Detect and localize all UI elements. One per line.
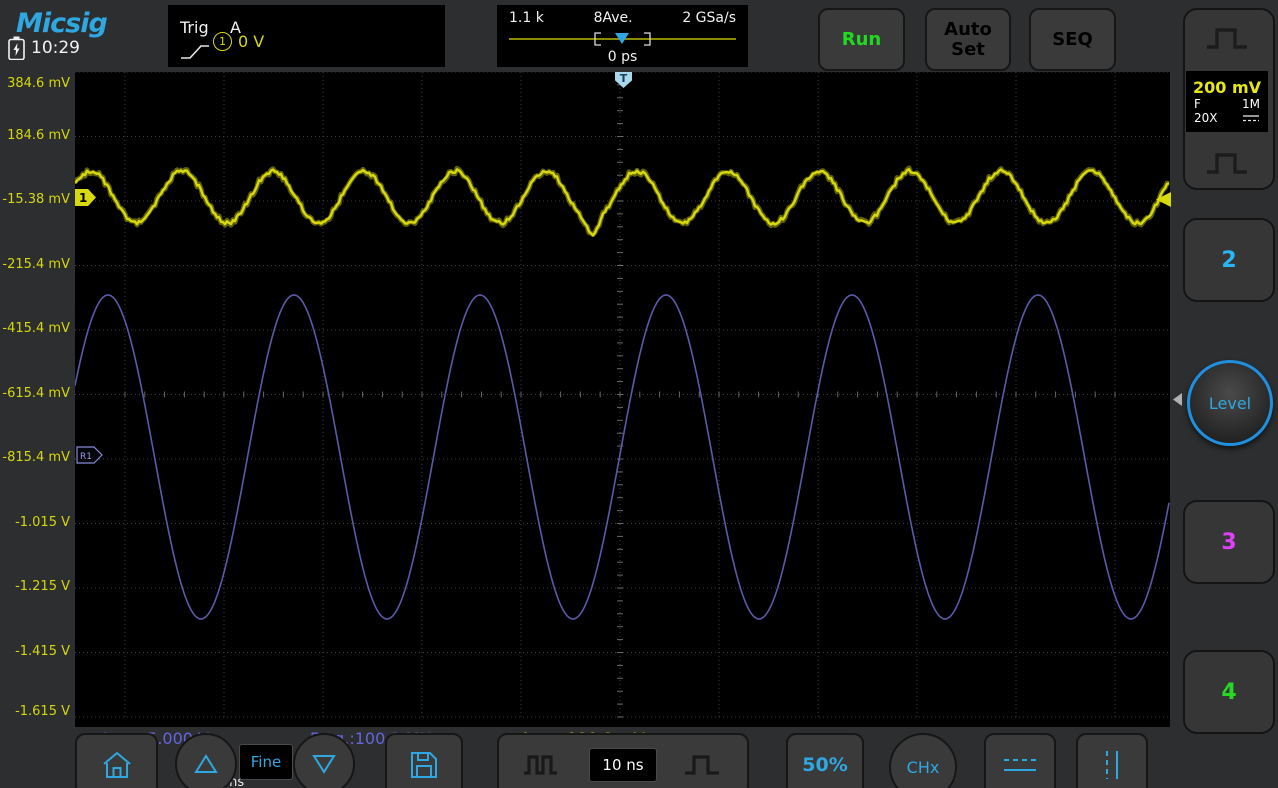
channel-select-button[interactable]: CHx (889, 733, 957, 788)
voltage-label: -1.215 V (0, 579, 70, 594)
trigger-label: Trig (180, 18, 209, 37)
level-knob[interactable]: Level (1187, 360, 1273, 446)
reference-r1-label: R1 (80, 452, 92, 462)
single-pulse-icon (681, 753, 723, 777)
reference-r1-marker[interactable]: R1 (76, 446, 103, 464)
channel1-info-box[interactable]: 200 mV F 1M 20X (1186, 71, 1268, 132)
fine-increase-button[interactable] (175, 733, 237, 788)
sample-rate: 2 GSa/s (682, 10, 736, 26)
timebase-zoom-out-button[interactable] (499, 753, 589, 777)
voltage-label: -215.4 mV (0, 257, 70, 272)
memory-depth: 1.1 k (509, 10, 544, 26)
trigger-position-slider[interactable] (497, 31, 748, 47)
pulse-up-icon[interactable] (1205, 25, 1249, 51)
voltage-label: -815.4 mV (0, 450, 70, 465)
waveform-display[interactable]: -50 ns-40 ns-30 ns-20 ns-10 ns0 ps10 ns2… (75, 72, 1170, 727)
save-icon (410, 751, 438, 779)
horizontal-cursor-icon (1002, 756, 1038, 774)
voltage-label: -1.015 V (0, 515, 70, 530)
channel2-button[interactable]: 2 (1183, 218, 1275, 302)
home-button[interactable] (75, 733, 158, 788)
clock: 10:29 (31, 38, 80, 58)
channel3-button[interactable]: 3 (1183, 500, 1275, 584)
timebase-zoom-in-button[interactable] (657, 753, 747, 777)
trigger-source-badge: 1 (213, 32, 232, 51)
channel4-button[interactable]: 4 (1183, 650, 1275, 734)
trigger-delay: 0 ps (497, 49, 748, 65)
voltage-label: -15.38 mV (0, 192, 70, 207)
autoset-button[interactable]: Auto Set (925, 8, 1011, 71)
triangle-down-icon (312, 754, 336, 774)
acquisition-panel[interactable]: 1.1 k 8Ave. 2 GSa/s 0 ps (497, 5, 748, 67)
graticule-and-waves (75, 72, 1170, 727)
average-mode: 8Ave. (594, 10, 633, 26)
fine-decrease-button[interactable] (293, 733, 355, 788)
level-knob-pointer (1173, 393, 1182, 406)
double-pulse-icon (523, 753, 565, 777)
channel1-coupling: F (1194, 97, 1201, 111)
battery-icon (8, 36, 25, 60)
vertical-cursor-icon (1102, 749, 1122, 781)
seq-button[interactable]: SEQ (1029, 8, 1116, 71)
voltage-label: 384.6 mV (0, 76, 70, 91)
horizontal-cursor-button[interactable] (984, 733, 1056, 788)
home-icon (101, 750, 133, 780)
channel1-probe: 20X (1194, 111, 1218, 125)
trigger-50-percent-button[interactable]: 50% (786, 733, 864, 788)
voltage-label: -615.4 mV (0, 386, 70, 401)
oscilloscope-ui: Micsig 10:29 Trig A 1 0 V 1.1 k 8Ave. 2 … (0, 0, 1278, 788)
voltage-label: -1.415 V (0, 644, 70, 659)
triangle-up-icon (194, 754, 218, 774)
brand-logo: Micsig (16, 8, 107, 39)
run-stop-button[interactable]: Run (818, 8, 905, 71)
channel1-scale: 200 mV (1191, 78, 1263, 97)
rising-edge-icon (180, 43, 210, 61)
trigger-panel[interactable]: Trig A 1 0 V (168, 5, 445, 67)
save-button[interactable] (385, 733, 463, 788)
status-line: 10:29 (8, 36, 80, 60)
voltage-label: -1.615 V (0, 704, 70, 719)
channel1-impedance: 1M (1242, 97, 1260, 111)
voltage-label: -415.4 mV (0, 321, 70, 336)
pulse-down-icon[interactable] (1205, 150, 1249, 176)
dc-coupling-icon (1242, 114, 1260, 122)
voltage-label: 184.6 mV (0, 128, 70, 143)
fine-mode-badge[interactable]: Fine (239, 744, 293, 780)
trigger-level-value: 0 V (238, 32, 264, 51)
vertical-cursor-button[interactable] (1076, 733, 1148, 788)
timebase-group: 10 ns (497, 733, 749, 788)
timebase-badge[interactable]: 10 ns (589, 748, 657, 782)
